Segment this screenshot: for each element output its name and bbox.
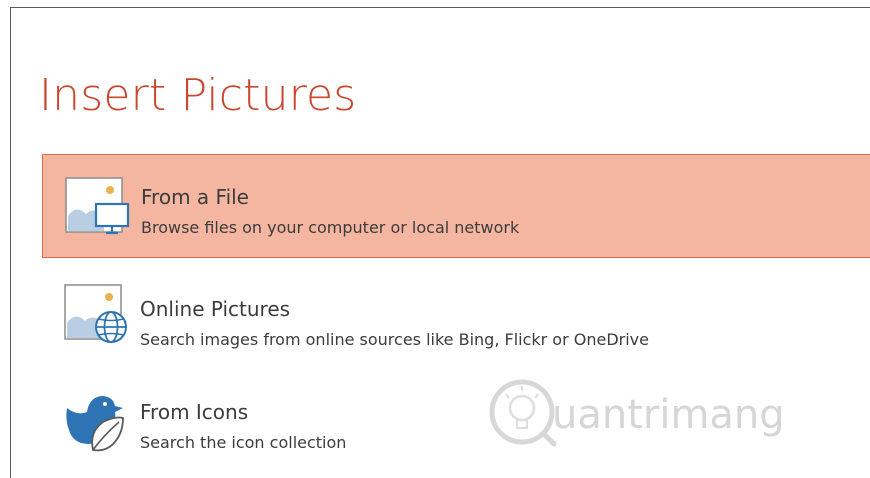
lightbulb-logo-icon: [489, 379, 557, 447]
option-label: Online Pictures: [140, 297, 291, 321]
option-description: Browse files on your computer or local n…: [141, 218, 520, 237]
bird-leaf-icon: [66, 396, 124, 452]
option-description: Search the icon collection: [140, 433, 347, 452]
watermark: uantrimang: [489, 379, 785, 447]
dialog-title: Insert Pictures: [39, 70, 357, 121]
option-description: Search images from online sources like B…: [140, 330, 649, 349]
picture-globe-icon: [64, 284, 127, 343]
option-label: From Icons: [140, 400, 249, 424]
option-online-pictures[interactable]: Online Pictures Search images from onlin…: [42, 264, 870, 368]
option-label: From a File: [141, 185, 249, 209]
option-from-a-file[interactable]: From a File Browse files on your compute…: [42, 154, 870, 258]
watermark-text: uantrimang: [552, 392, 785, 438]
picture-monitor-icon: [65, 177, 130, 235]
